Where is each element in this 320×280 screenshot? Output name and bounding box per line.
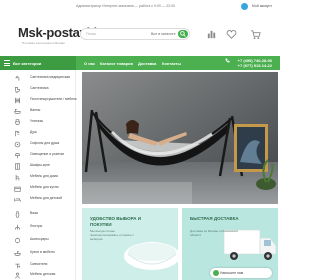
search-button[interactable] bbox=[178, 30, 188, 38]
promo-description: Мы всегда готовы проконсультировать и по… bbox=[90, 229, 134, 241]
promo-title: БЫСТРАЯ ДОСТАВКА bbox=[190, 216, 239, 221]
search-input[interactable]: Поиск bbox=[86, 32, 96, 36]
nav-link-delivery[interactable]: Доставка bbox=[138, 61, 156, 66]
heart-icon[interactable] bbox=[226, 29, 237, 40]
towel-rail-icon bbox=[14, 97, 21, 104]
chandelier-icon bbox=[14, 224, 21, 231]
sidebar-item-label: Душ bbox=[30, 130, 37, 134]
top-bar: Администратор Интернет-магазина — работа… bbox=[0, 0, 280, 14]
sidebar-item-label: Ванны bbox=[30, 108, 41, 112]
sidebar-item-label: Кухни в мебели bbox=[30, 250, 55, 254]
chat-label: Напишите нам bbox=[220, 271, 244, 275]
sidebar-item-label: Освещение и розетки bbox=[30, 152, 65, 156]
nav-link-contacts[interactable]: Контакты bbox=[162, 61, 181, 66]
chat-widget[interactable]: Напишите нам bbox=[210, 268, 272, 278]
sidebar-item[interactable]: Люстры bbox=[0, 222, 76, 233]
sidebar-item[interactable]: Ванны bbox=[0, 106, 76, 117]
sidebar-item-label: Сантехника bbox=[30, 86, 49, 90]
sidebar-item[interactable]: Сантехника bbox=[0, 84, 76, 95]
sidebar-item-label: Смесители bbox=[30, 262, 48, 266]
telegram-icon[interactable] bbox=[241, 3, 248, 10]
sidebar-item[interactable]: Полотенцесушители / мебель bbox=[0, 95, 77, 106]
accessory-icon bbox=[14, 237, 21, 244]
sidebar-item-label: Мебель для дома bbox=[30, 174, 58, 178]
promo-description: Доставка по Москве и Московской области bbox=[190, 229, 238, 237]
bed-icon bbox=[14, 196, 21, 203]
hero-image bbox=[82, 72, 278, 204]
promo-title: УДОБСТВО ВЫБОРА И ПОКУПКИ bbox=[90, 216, 141, 227]
catalog-label: Все категории bbox=[13, 61, 42, 66]
sidebar-item[interactable]: Душ bbox=[0, 128, 76, 139]
sidebar-item[interactable]: Шкафы-купе bbox=[0, 161, 76, 172]
promo-card-choice[interactable]: УДОБСТВО ВЫБОРА И ПОКУПКИ Мы всегда гото… bbox=[82, 208, 178, 280]
sidebar-item-label: Сантехника медицинская bbox=[30, 75, 71, 79]
nav-link-about[interactable]: О нас bbox=[84, 61, 95, 66]
sink-icon bbox=[14, 250, 21, 257]
sidebar-item[interactable]: Сантехника медицинская bbox=[0, 73, 76, 84]
sidebar-item[interactable]: Унитазы bbox=[0, 117, 76, 128]
sidebar-item-label: Мебель для кухни bbox=[30, 185, 59, 189]
sidebar-item[interactable]: Кухни в мебели bbox=[0, 248, 76, 259]
sidebar-item[interactable]: Мебель для кухни bbox=[0, 183, 76, 194]
sidebar-item-label: Мебель для детской bbox=[30, 196, 63, 200]
mixer-icon bbox=[14, 262, 21, 269]
search-icon bbox=[180, 31, 186, 37]
sidebar-item-label: Мебель детская bbox=[30, 272, 56, 276]
sidebar-item-label: Полотенцесушители / мебель bbox=[30, 97, 77, 101]
sidebar-item[interactable]: Мебель детская bbox=[0, 270, 76, 280]
kitchen-icon bbox=[14, 185, 21, 192]
sidebar-item-label: Аксессуары bbox=[30, 237, 49, 241]
menu-icon bbox=[4, 60, 10, 66]
chair-icon bbox=[14, 174, 21, 181]
hero-banner[interactable] bbox=[82, 72, 278, 204]
cart-icon[interactable] bbox=[250, 29, 261, 40]
sidebar-item-label: Шкафы-купе bbox=[30, 163, 50, 167]
sidebar-item-label: Сифоны для душа bbox=[30, 141, 60, 145]
sidebar-item-label: Унитазы bbox=[30, 119, 44, 123]
sidebar-item-label: Вазы bbox=[30, 211, 39, 215]
working-hours: Администратор Интернет-магазина — работа… bbox=[76, 4, 175, 8]
child-icon bbox=[14, 272, 21, 279]
catalog-toggle[interactable]: Все категории bbox=[0, 56, 76, 70]
sidebar-item[interactable]: Освещение и розетки bbox=[0, 150, 76, 161]
sidebar-item[interactable]: Мебель для детской bbox=[0, 194, 76, 205]
phone-icon bbox=[225, 58, 230, 63]
category-sidebar: Сантехника медицинская Сантехника Полоте… bbox=[0, 70, 77, 280]
bathtub-icon bbox=[14, 108, 21, 115]
logo-tagline: Поставка сантехники в Москве bbox=[22, 41, 65, 45]
shower-icon bbox=[14, 130, 21, 137]
sidebar-item[interactable]: Аксессуары bbox=[0, 235, 76, 246]
faucet-icon bbox=[14, 75, 21, 82]
contact-phones: +7 (495) 740-28-90 +7 (977) 515-14-22 bbox=[238, 58, 272, 68]
nav-link-catalog[interactable]: Каталог товаров bbox=[100, 61, 133, 66]
toilet-icon bbox=[14, 86, 21, 93]
search-scope-select[interactable]: Все в каталоге bbox=[151, 32, 176, 36]
sidebar-item-label: Люстры bbox=[30, 224, 43, 228]
account-link[interactable]: Мой аккаунт bbox=[252, 4, 272, 8]
phone-number-2[interactable]: +7 (977) 515-14-22 bbox=[238, 63, 272, 68]
cabinet-icon bbox=[14, 163, 21, 170]
toilet-icon bbox=[14, 119, 21, 126]
compare-icon[interactable] bbox=[206, 29, 217, 40]
vase-icon bbox=[14, 211, 21, 218]
drain-icon bbox=[14, 141, 21, 148]
lamp-icon bbox=[14, 152, 21, 159]
sidebar-item[interactable]: Вазы bbox=[0, 209, 76, 220]
sidebar-item[interactable]: Сифоны для душа bbox=[0, 139, 76, 150]
search-bar[interactable]: Поиск Все в каталоге bbox=[80, 28, 190, 40]
chat-icon bbox=[213, 270, 219, 276]
sidebar-item[interactable]: Мебель для дома bbox=[0, 172, 76, 183]
